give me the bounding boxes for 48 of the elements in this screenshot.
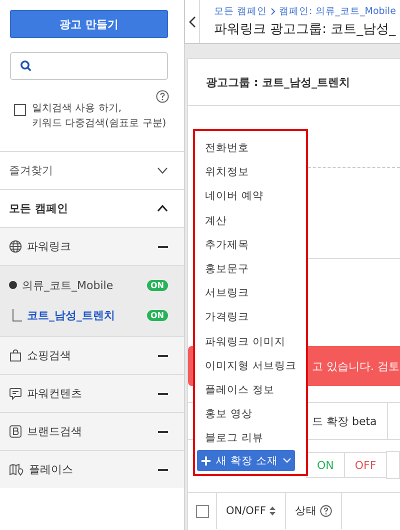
campaign-type-item[interactable]: 파워컨텐츠 (0, 374, 184, 412)
caret-icon (282, 458, 291, 464)
help-icon[interactable] (320, 505, 332, 517)
new-extension-button[interactable]: 새 확장 소재 (197, 450, 295, 471)
menu-item[interactable]: 서브링크 (195, 281, 306, 306)
on-badge: ON (146, 310, 168, 320)
breadcrumb-link[interactable]: 캠페인: 의류_코트_Mobile (279, 5, 396, 18)
campaign-type-item[interactable]: 플레이스 (0, 450, 184, 488)
menu-item[interactable]: 계산 (195, 208, 306, 233)
off-button[interactable]: OFF (344, 452, 388, 478)
search-icon (20, 60, 32, 72)
letter-b-icon (9, 425, 22, 438)
column-header[interactable]: ON/OFF (226, 505, 266, 517)
page-title: 파워링크 광고그룹: 코트_남성_ (214, 21, 396, 38)
breadcrumb-link[interactable]: 모든 캠페인 (214, 5, 268, 18)
campaign-type-item[interactable]: 브랜드검색 (0, 412, 184, 450)
menu-item[interactable]: 이미지형 서브링크 (195, 354, 306, 378)
on-badge: ON (146, 280, 168, 290)
menu-item[interactable]: 위치정보 (195, 160, 306, 184)
shopping-bag-icon (9, 349, 22, 362)
campaign-type-item[interactable]: 쇼핑검색 (0, 336, 184, 374)
tree-line-icon (12, 308, 22, 322)
status-dot-icon (9, 281, 17, 289)
card-title: 광고그룹 : 코트_남성_트렌치 (188, 59, 400, 106)
menu-item[interactable]: 추가제목 (195, 232, 306, 257)
menu-item[interactable]: 홍보문구 (195, 256, 306, 282)
search-field[interactable] (10, 52, 168, 80)
back-icon[interactable] (188, 16, 196, 28)
speech-bubble-icon (9, 387, 22, 400)
column-header[interactable]: 상태 (295, 504, 318, 518)
chevron-right-icon (271, 8, 276, 15)
create-ad-button[interactable]: 광고 만들기 (10, 10, 168, 38)
menu-item[interactable]: 전화번호 (195, 136, 306, 160)
sort-icon[interactable] (269, 506, 276, 516)
ad-group-item[interactable]: 코트_남성_트렌치 ON (0, 300, 184, 330)
map-pin-icon (9, 463, 24, 476)
exact-match-checkbox[interactable] (14, 104, 26, 116)
chevron-icon (157, 167, 168, 174)
chevron-icon (157, 205, 168, 212)
campaign-item[interactable]: 의류_코트_Mobile ON (0, 270, 184, 300)
menu-item[interactable]: 가격링크 (195, 305, 306, 330)
plus-icon (201, 456, 212, 466)
globe-icon (9, 240, 22, 253)
exact-match-label: 일치검색 사용 하기, 키워드 다중검색(쉼표로 구분) (32, 102, 166, 131)
help-icon[interactable] (156, 90, 169, 103)
campaign-type-item[interactable]: 파워링크 (0, 227, 184, 265)
menu-item[interactable]: 네이버 예약 (195, 184, 306, 209)
select-all-checkbox[interactable] (196, 504, 208, 518)
